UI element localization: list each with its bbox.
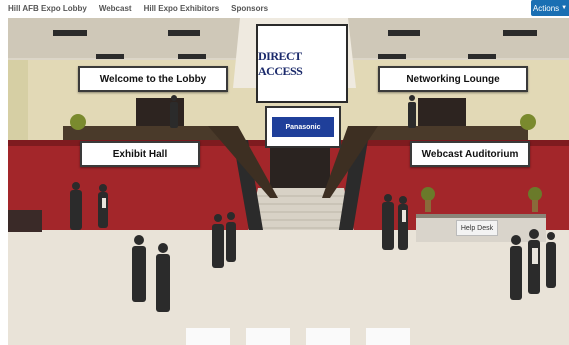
welcome-lobby-sign[interactable]: Welcome to the Lobby xyxy=(78,66,228,92)
actions-button[interactable]: Actions ▼ xyxy=(531,0,569,16)
exhibit-hall-sign[interactable]: Exhibit Hall xyxy=(80,141,200,167)
nav-item-sponsors[interactable]: Sponsors xyxy=(231,4,268,13)
nav-item-webcast[interactable]: Webcast xyxy=(99,4,132,13)
help-desk-sign[interactable]: Help Desk xyxy=(456,220,498,236)
sponsor-banner[interactable]: Panasonic xyxy=(265,106,341,148)
nav-item-exhibitors[interactable]: Hill Expo Exhibitors xyxy=(144,4,220,13)
sponsor-logo: Panasonic xyxy=(272,117,334,137)
top-navigation-bar: Hill AFB Expo Lobby Webcast Hill Expo Ex… xyxy=(0,0,569,18)
direct-access-logo-board[interactable]: DIRECT ACCESS xyxy=(256,24,348,103)
nav-item-expo-lobby[interactable]: Hill AFB Expo Lobby xyxy=(8,4,87,13)
nav-menu: Hill AFB Expo Lobby Webcast Hill Expo Ex… xyxy=(8,4,268,13)
direct-access-logo: DIRECT ACCESS xyxy=(258,48,303,78)
actions-label: Actions xyxy=(532,3,560,13)
virtual-lobby-scene: DIRECT ACCESS Panasonic Welcome to the L… xyxy=(8,18,569,345)
webcast-auditorium-sign[interactable]: Webcast Auditorium xyxy=(410,141,530,167)
networking-lounge-sign[interactable]: Networking Lounge xyxy=(378,66,528,92)
chevron-down-icon: ▼ xyxy=(561,5,568,11)
